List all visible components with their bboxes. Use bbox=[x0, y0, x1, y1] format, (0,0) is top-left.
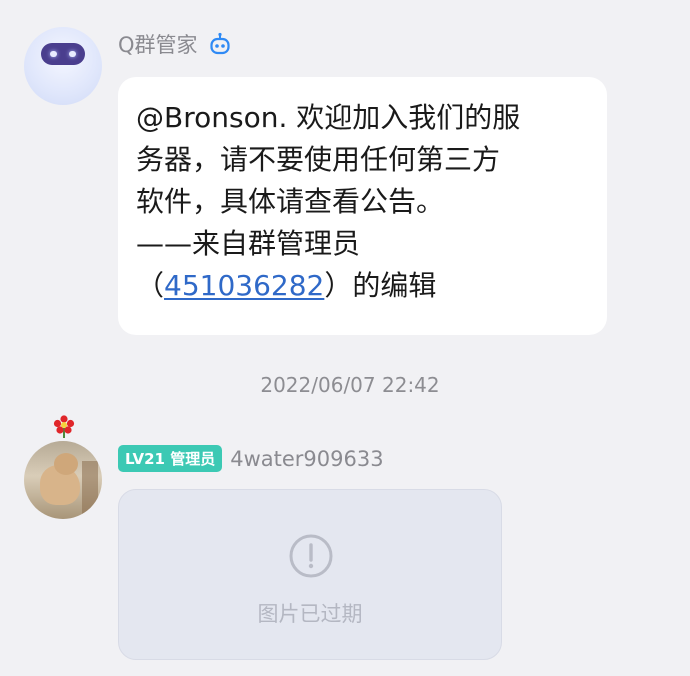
cat-photo-avatar[interactable] bbox=[24, 441, 102, 519]
bot-avatar[interactable] bbox=[24, 27, 102, 105]
robot-icon bbox=[209, 32, 230, 55]
sender-row-admin: LV21 管理员 4water909633 bbox=[118, 445, 384, 472]
flower-decoration-icon bbox=[53, 415, 75, 438]
image-expired-label: 图片已过期 bbox=[257, 602, 363, 626]
exclamation-circle-icon bbox=[289, 534, 333, 578]
avatar-background-shade bbox=[82, 461, 98, 517]
bot-eye-right bbox=[69, 51, 76, 57]
bot-eye-left bbox=[50, 51, 57, 57]
sender-row-bot: Q群管家 bbox=[118, 29, 232, 59]
level-badge: LV21 管理员 bbox=[118, 445, 223, 472]
message-bubble[interactable]: @Bronson. 欢迎加入我们的服 务器，请不要使用任何第三方 软件，具体请查… bbox=[118, 77, 607, 335]
sender-name[interactable]: 4water909633 bbox=[230, 447, 383, 471]
message-timestamp: 2022/06/07 22:42 bbox=[260, 373, 440, 397]
cat-head bbox=[54, 453, 78, 475]
message-text-end: ）的编辑 bbox=[324, 269, 437, 302]
expired-image-placeholder[interactable]: 图片已过期 bbox=[118, 489, 502, 660]
qq-number-link[interactable]: 451036282 bbox=[164, 269, 324, 302]
bot-visor bbox=[41, 43, 85, 65]
sender-name[interactable]: Q群管家 bbox=[118, 29, 198, 59]
